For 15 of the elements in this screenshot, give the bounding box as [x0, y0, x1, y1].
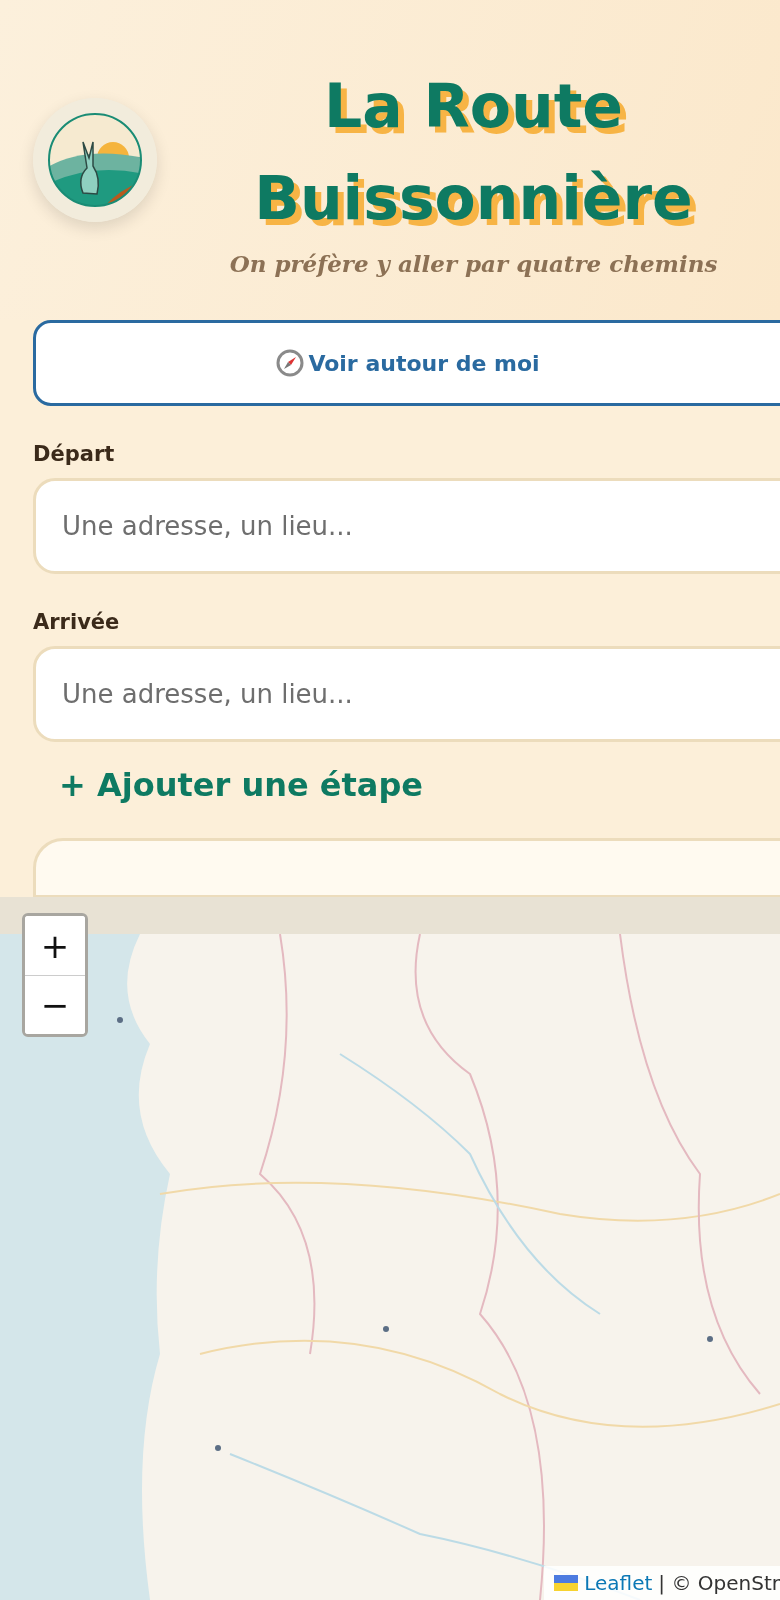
field-label: Arrivée — [33, 610, 121, 634]
tagline: On préfère y aller par quatre chemins — [229, 250, 718, 277]
zoom-out-button[interactable]: − — [25, 975, 85, 1034]
locate-button[interactable]: Voir autour de moi — [33, 320, 780, 406]
logo-icon — [33, 98, 157, 222]
field-label: Départ — [33, 442, 116, 466]
address-field[interactable]: Une adresse, un lieu... — [33, 646, 780, 742]
leaflet-link[interactable]: Leaflet — [554, 1571, 653, 1595]
app-title: Buissonnière — [254, 162, 693, 235]
app-title: La Route — [323, 70, 624, 143]
flag-icon — [554, 1575, 579, 1591]
attribution-text: | © OpenStr — [658, 1571, 780, 1595]
add-stop-button[interactable]: + Ajouter une étape — [59, 766, 423, 804]
address-field[interactable]: Une adresse, un lieu... — [33, 478, 780, 574]
compass-icon — [276, 349, 305, 377]
